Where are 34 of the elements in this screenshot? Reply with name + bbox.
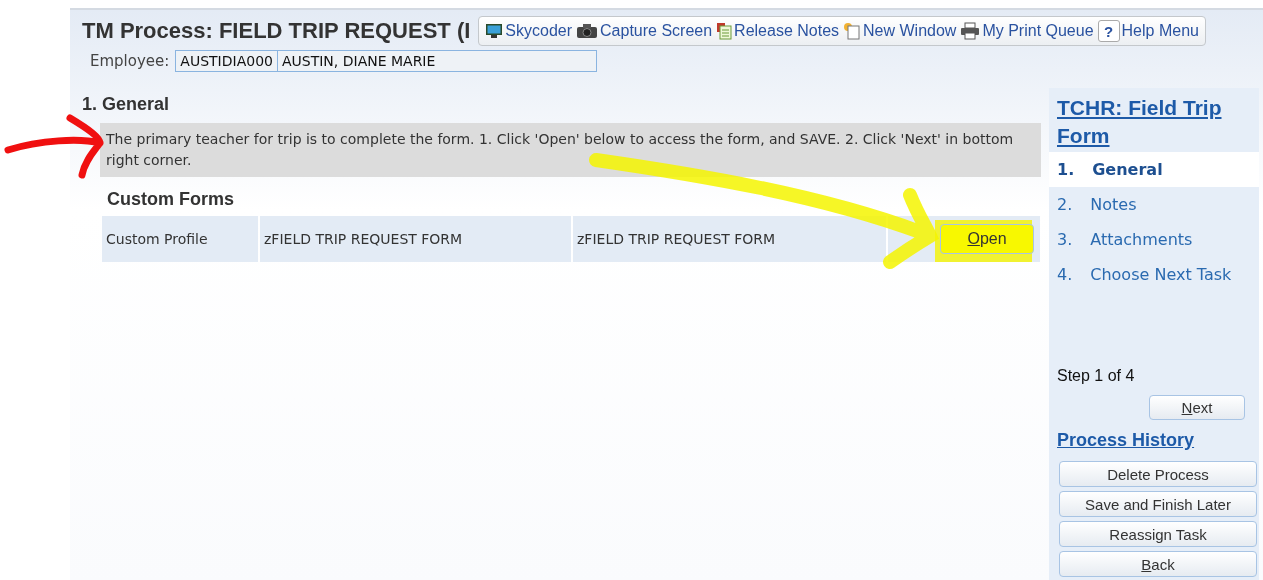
process-history-link[interactable]: Process History — [1057, 430, 1259, 451]
open-button[interactable]: Open — [940, 224, 1034, 254]
employee-field[interactable]: AUSTIDIA000 AUSTIN, DIANE MARIE — [175, 50, 597, 72]
step-item[interactable]: 2. Notes — [1049, 187, 1259, 222]
help-icon: ? — [1097, 20, 1120, 42]
help-link[interactable]: ? Help Menu — [1097, 20, 1199, 42]
table-cell: zFIELD TRIP REQUEST FORM — [260, 216, 571, 262]
next-button[interactable]: Next — [1149, 395, 1245, 420]
document-icon — [716, 22, 733, 40]
page-title: TM Process: FIELD TRIP REQUEST (I — [82, 18, 471, 44]
table-cell: zFIELD TRIP REQUEST FORM — [573, 216, 886, 262]
monitor-icon — [485, 23, 504, 39]
sidebar-button[interactable]: Back — [1059, 551, 1257, 577]
sidebar-button[interactable]: Delete Process — [1059, 461, 1257, 487]
step-counter: Step 1 of 4 — [1057, 367, 1136, 385]
printer-icon — [960, 22, 981, 40]
toolbar-link[interactable]: Skycoder — [485, 22, 573, 40]
step-item[interactable]: 1. General — [1049, 152, 1259, 187]
employee-label: Employee: — [90, 52, 170, 70]
toolbar-link[interactable]: New Window — [843, 22, 957, 40]
step-item[interactable]: 3. Attachments — [1049, 222, 1259, 257]
toolbar-link[interactable]: My Print Queue — [960, 22, 1094, 40]
sidebar-button[interactable]: Save and Finish Later — [1059, 491, 1257, 517]
table-cell: Custom Profile — [102, 216, 258, 262]
step-item[interactable]: 4. Choose Next Task — [1049, 257, 1259, 292]
sidebar-button[interactable]: Reassign Task — [1059, 521, 1257, 547]
toolbar-link[interactable]: Release Notes — [716, 22, 840, 40]
camera-icon — [576, 23, 599, 39]
toolbar-link[interactable]: Capture Screen — [576, 22, 713, 40]
section-heading: Custom Forms — [107, 189, 235, 210]
new-page-icon — [843, 22, 862, 40]
process-title-link[interactable]: TCHR: Field Trip Form — [1049, 88, 1259, 152]
section-title: 1. General — [82, 94, 171, 115]
instructions-text: The primary teacher for trip is to complete the form. 1. Click 'Open' below to access the form, and SAVE. 2. Click 'Next' in bottom right corner. — [100, 123, 1041, 177]
